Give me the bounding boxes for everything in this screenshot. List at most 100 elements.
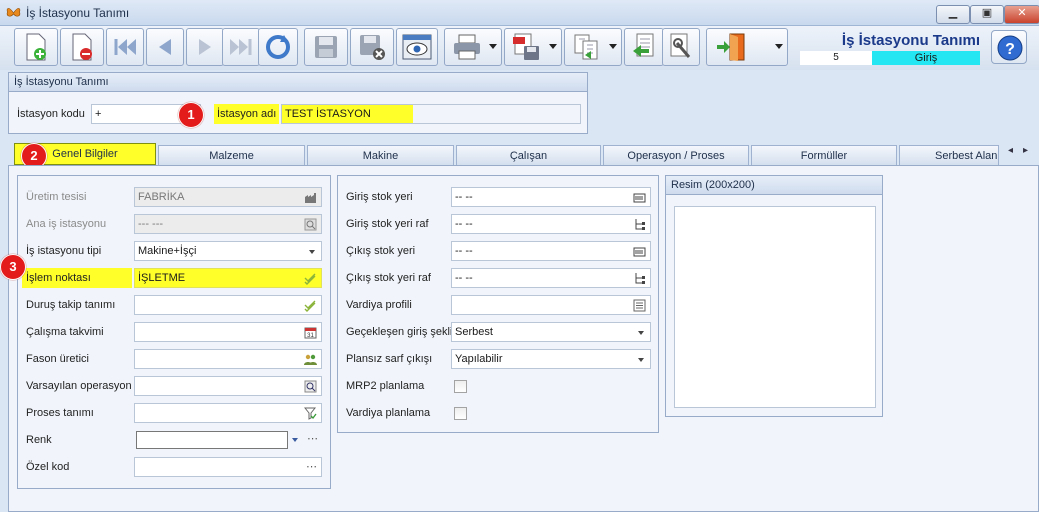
default-operation-input[interactable]	[134, 376, 322, 396]
station-code-label: İstasyon kodu	[17, 108, 85, 120]
input-shelf-value: -- --	[455, 218, 473, 230]
station-definition-group: İş İstasyonu Tanımı İstasyon kodu + İsta…	[8, 72, 588, 134]
first-record-button[interactable]	[106, 28, 144, 66]
preview-icon	[402, 34, 432, 60]
output-shelf-input[interactable]: -- --	[451, 268, 651, 288]
import-button[interactable]	[624, 28, 664, 66]
mrp2-planning-checkbox[interactable]	[454, 380, 467, 393]
new-document-icon	[26, 33, 46, 61]
double-check-icon	[304, 300, 316, 312]
chevron-down-icon[interactable]	[292, 438, 298, 442]
search-list-icon	[304, 380, 317, 393]
copy-dropdown-icon	[609, 44, 617, 49]
tab-formulas[interactable]: Formüller	[751, 145, 897, 165]
output-stock-location-value: -- --	[455, 245, 473, 257]
tree-icon	[635, 219, 645, 230]
chevron-down-icon	[638, 331, 644, 335]
production-site-label: Üretim tesisi	[26, 191, 87, 203]
general-middle-group: Giriş stok yeri -- -- Giriş stok yeri ra…	[337, 175, 659, 433]
refresh-icon	[266, 35, 290, 59]
import-icon	[633, 33, 654, 57]
refresh-button[interactable]	[258, 28, 298, 66]
production-site-input[interactable]: FABRİKA	[134, 187, 322, 207]
preview-button[interactable]	[396, 28, 438, 66]
shift-profile-input[interactable]	[451, 295, 651, 315]
settings-button[interactable]	[662, 28, 700, 66]
color-swatch	[136, 431, 288, 449]
color-picker[interactable]: ⋯	[134, 430, 322, 450]
subcontractor-label: Fason üretici	[26, 353, 89, 365]
tab-scroll-left-icon[interactable]: ◂	[1008, 145, 1013, 156]
unplanned-consumption-select[interactable]: Yapılabilir	[451, 349, 651, 369]
filter-check-icon	[304, 407, 317, 420]
general-left-group: Üretim tesisi FABRİKA Ana iş istasyonu -…	[17, 175, 331, 489]
next-record-icon	[199, 39, 211, 55]
svg-text:31: 31	[307, 333, 314, 339]
station-type-select[interactable]: Makine+İşçi	[134, 241, 322, 261]
copy-icon	[574, 34, 598, 60]
tab-employee[interactable]: Çalışan	[456, 145, 601, 165]
late-entry-mode-label: Geçekleşen giriş şekli	[346, 326, 453, 338]
warehouse-icon	[633, 247, 646, 257]
window-title: İş İstasyonu Tanımı	[26, 6, 130, 20]
tab-operation-process[interactable]: Operasyon / Proses	[603, 145, 749, 165]
input-stock-location-input[interactable]: -- --	[451, 187, 651, 207]
print-button[interactable]	[444, 28, 502, 66]
copy-button[interactable]	[564, 28, 622, 66]
subcontractor-input[interactable]	[134, 349, 322, 369]
previous-record-icon	[159, 39, 171, 55]
process-point-value: İŞLETME	[138, 272, 186, 284]
special-code-input[interactable]: ⋯	[134, 457, 322, 477]
unplanned-consumption-value: Yapılabilir	[455, 353, 503, 365]
help-button[interactable]: ?	[991, 30, 1027, 64]
image-box[interactable]	[674, 206, 876, 408]
save-cancel-button[interactable]	[350, 28, 394, 66]
last-record-icon	[230, 39, 252, 55]
shift-planning-checkbox[interactable]	[454, 407, 467, 420]
default-operation-label: Varsayılan operasyon	[26, 380, 132, 392]
print-dropdown-icon	[489, 44, 497, 49]
close-button[interactable]: ✕	[1004, 5, 1039, 24]
exit-door-icon	[717, 33, 745, 61]
process-point-input[interactable]: İŞLETME	[134, 268, 322, 288]
save-button[interactable]	[304, 28, 348, 66]
input-shelf-label: Giriş stok yeri raf	[346, 218, 429, 230]
ellipsis-icon[interactable]: ⋯	[306, 458, 317, 476]
output-stock-location-input[interactable]: -- --	[451, 241, 651, 261]
parent-station-input[interactable]: --- ---	[134, 214, 322, 234]
work-calendar-input[interactable]: 31	[134, 322, 322, 342]
pdf-export-button[interactable]	[504, 28, 562, 66]
pdf-dropdown-icon	[549, 44, 557, 49]
save-cancel-icon	[360, 35, 385, 60]
exit-button[interactable]	[706, 28, 788, 66]
tab-machine[interactable]: Makine	[307, 145, 454, 165]
image-group: Resim (200x200)	[665, 175, 883, 417]
shift-profile-label: Vardiya profili	[346, 299, 412, 311]
parent-station-value: --- ---	[138, 218, 164, 230]
tab-material[interactable]: Malzeme	[158, 145, 305, 165]
downtime-tracking-label: Duruş takip tanımı	[26, 299, 116, 311]
station-type-value: Makine+İşçi	[138, 245, 197, 257]
station-name-input[interactable]: TEST İSTASYON	[281, 104, 581, 124]
shift-planning-label: Vardiya planlama	[346, 407, 431, 419]
mrp2-planning-label: MRP2 planlama	[346, 380, 425, 392]
downtime-tracking-input[interactable]	[134, 295, 322, 315]
last-record-button[interactable]	[222, 28, 260, 66]
new-button[interactable]	[14, 28, 58, 66]
process-definition-input[interactable]	[134, 403, 322, 423]
pdf-export-icon	[513, 33, 539, 60]
input-shelf-input[interactable]: -- --	[451, 214, 651, 234]
minimize-button[interactable]: ▁	[936, 5, 970, 24]
next-record-button[interactable]	[186, 28, 224, 66]
late-entry-mode-select[interactable]: Serbest	[451, 322, 651, 342]
work-calendar-label: Çalışma takvimi	[26, 326, 104, 338]
exit-dropdown-icon	[775, 44, 783, 49]
tab-free-fields[interactable]: Serbest Alanlar	[899, 145, 999, 165]
delete-button[interactable]	[60, 28, 104, 66]
tab-scroll-right-icon[interactable]: ▸	[1023, 145, 1028, 156]
restore-button[interactable]: ▣	[970, 5, 1004, 24]
previous-record-button[interactable]	[146, 28, 184, 66]
ellipsis-icon[interactable]: ⋯	[307, 430, 318, 448]
tree-icon	[635, 273, 645, 284]
svg-text:?: ?	[1005, 41, 1015, 58]
